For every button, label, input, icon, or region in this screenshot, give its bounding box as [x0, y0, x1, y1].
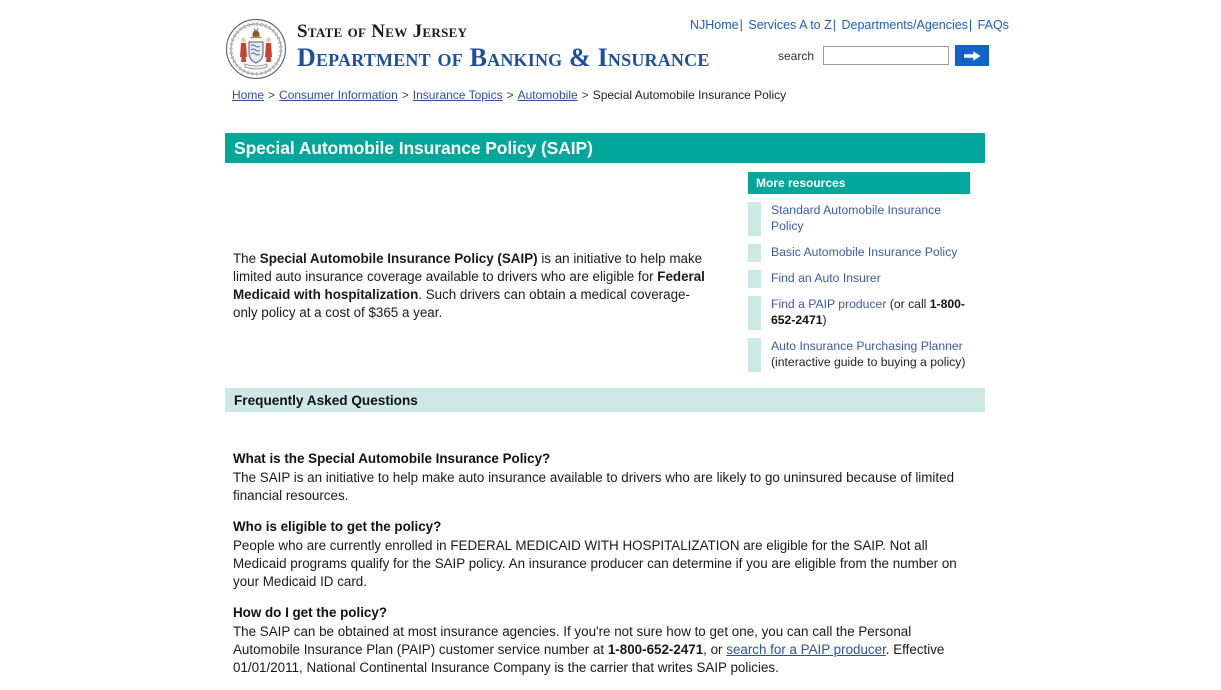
resource-item[interactable]: Standard Automobile Insurance Policy	[748, 202, 970, 236]
breadcrumb-separator: >	[401, 88, 409, 102]
faq-answer: The SAIP can be obtained at most insuran…	[233, 623, 973, 677]
resource-accent-bar	[748, 296, 761, 330]
breadcrumb-separator: >	[581, 88, 589, 102]
resource-item[interactable]: Find an Auto Insurer	[748, 270, 970, 288]
search-submit-button[interactable]	[955, 45, 990, 66]
page-title: Special Automobile Insurance Policy (SAI…	[234, 137, 593, 158]
topnav-separator: |	[832, 18, 836, 32]
resource-link-basic-automobile-insurance-policy[interactable]: Basic Automobile Insurance Policy	[771, 245, 957, 259]
faq-entry: What is the Special Automobile Insurance…	[233, 450, 973, 505]
resource-item[interactable]: Basic Automobile Insurance Policy	[748, 244, 970, 262]
top-navigation: NJHome| Services A to Z| Departments/Age…	[690, 18, 1009, 32]
topnav-item-faqs[interactable]: FAQs	[978, 18, 1009, 32]
faq-heading: Frequently Asked Questions	[234, 392, 418, 408]
resource-text: Auto Insurance Purchasing Planner (intera…	[761, 338, 970, 372]
faq-question: Who is eligible to get the policy?	[233, 519, 442, 534]
breadcrumb-current: Special Automobile Insurance Policy	[592, 88, 787, 102]
faq-entry: How do I get the policy? The SAIP can be…	[233, 604, 973, 677]
faq-entry: Who is eligible to get the policy? Peopl…	[233, 518, 973, 591]
resource-text: Standard Automobile Insurance Policy	[761, 202, 970, 236]
faq-answer-text: The SAIP is an initiative to help make a…	[233, 470, 955, 503]
resource-link-auto-insurance-purchasing-planner[interactable]: Auto Insurance Purchasing Planner	[771, 339, 963, 353]
topnav-separator: |	[739, 18, 743, 32]
search-input[interactable]	[823, 46, 950, 65]
intro-text-1: The	[233, 251, 260, 267]
resource-link-find-an-auto-insurer[interactable]: Find an Auto Insurer	[771, 271, 881, 285]
topnav-item-services-a-to-z[interactable]: Services A to Z	[748, 18, 831, 32]
breadcrumb: Home > Consumer Information > Insurance Topi…	[232, 88, 786, 102]
faq-answer: The SAIP is an initiative to help make a…	[233, 469, 973, 505]
resource-link-standard-automobile-insurance-policy[interactable]: Standard Automobile Insurance Policy	[771, 203, 941, 233]
page-title-banner: Special Automobile Insurance Policy (SAI…	[225, 133, 985, 163]
faq-answer-text-2: , or	[703, 642, 727, 657]
breadcrumb-link-insurance-topics[interactable]: Insurance Topics	[413, 88, 503, 102]
faq-question: What is the Special Automobile Insurance…	[233, 451, 551, 466]
breadcrumb-link-automobile[interactable]: Automobile	[518, 88, 578, 102]
resource-item[interactable]: Find a PAIP producer (or call 1-800-652-…	[748, 296, 970, 330]
resource-text: Find an Auto Insurer	[761, 270, 970, 288]
resource-item[interactable]: Auto Insurance Purchasing Planner (intera…	[748, 338, 970, 372]
right-arrow-icon	[963, 50, 981, 62]
resource-accent-bar	[748, 270, 761, 288]
faq-answer-text: People who are currently enrolled in FED…	[233, 538, 957, 589]
resource-accent-bar	[748, 202, 761, 236]
resource-note: (interactive guide to buying a policy)	[771, 355, 966, 369]
more-resources-panel: More resources Standard Automobile Insur…	[748, 172, 970, 372]
resource-link-find-a-paip-producer[interactable]: Find a PAIP producer	[771, 297, 886, 311]
breadcrumb-separator: >	[268, 88, 276, 102]
more-resources-heading: More resources	[748, 172, 970, 194]
breadcrumb-link-home[interactable]: Home	[232, 88, 264, 102]
brand-line-state: State of New Jersey	[297, 21, 468, 42]
brand-line-department: Department of Banking & Insurance	[297, 43, 710, 72]
resource-accent-bar	[748, 244, 761, 262]
faq-question: How do I get the policy?	[233, 605, 387, 620]
intro-paragraph: The Special Automobile Insurance Policy …	[233, 250, 705, 322]
intro-bold-saip: Special Automobile Insurance Policy (SAI…	[259, 251, 538, 267]
resource-suffix-close: )	[822, 313, 827, 327]
topnav-item-njhome[interactable]: NJHome	[690, 18, 739, 32]
breadcrumb-link-consumer-information[interactable]: Consumer Information	[279, 88, 398, 102]
search-bar: search	[778, 45, 990, 66]
faq-answer: People who are currently enrolled in FED…	[233, 537, 973, 591]
faq-list: What is the Special Automobile Insurance…	[233, 450, 973, 690]
site-brand: State of New Jersey Department of Bankin…	[297, 21, 710, 73]
search-label: search	[778, 48, 815, 63]
state-seal-icon	[225, 18, 287, 80]
resource-accent-bar	[748, 338, 761, 372]
page-root: State of New Jersey Department of Bankin…	[0, 0, 1221, 675]
topnav-item-departments-agencies[interactable]: Departments/Agencies	[841, 18, 967, 32]
faq-banner: Frequently Asked Questions	[225, 388, 985, 412]
faq-link-search-for-a-paip-producer[interactable]: search for a PAIP producer	[726, 642, 886, 657]
breadcrumb-separator: >	[506, 88, 514, 102]
topnav-separator: |	[968, 18, 973, 32]
faq-phone-number: 1-800-652-2471	[607, 642, 704, 657]
resource-suffix: (or call	[886, 297, 930, 311]
resource-text: Find a PAIP producer (or call 1-800-652-…	[761, 296, 970, 330]
resource-text: Basic Automobile Insurance Policy	[761, 244, 970, 262]
